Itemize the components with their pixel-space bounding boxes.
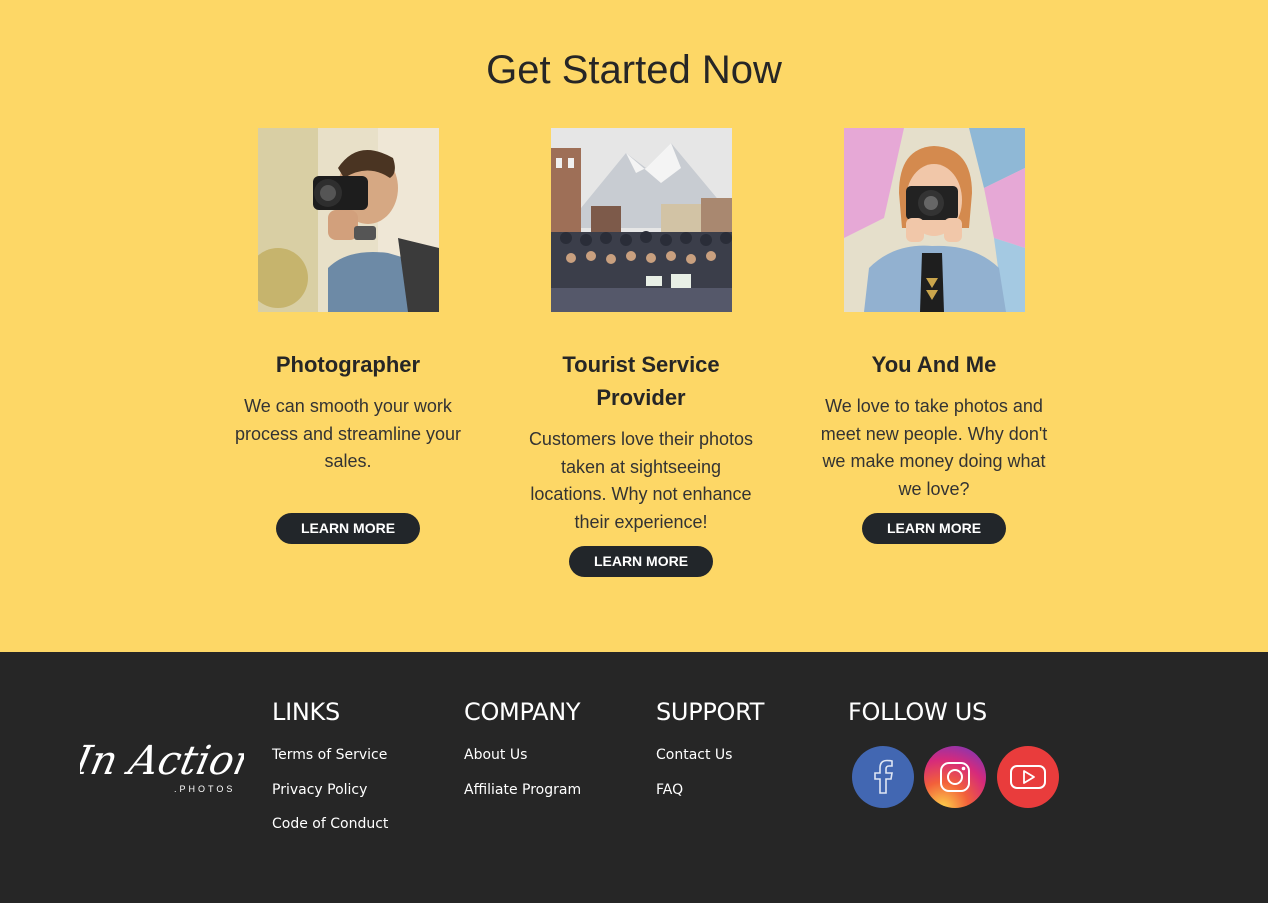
learn-more-button[interactable]: LEARN MORE (862, 513, 1006, 544)
footer-company-column: COMPANY About Us Affiliate Program (464, 698, 581, 807)
card-description: We can smooth your work process and stre… (234, 396, 462, 471)
card-photographer: Photographer We can smooth your work pro… (228, 128, 468, 544)
get-started-section: Get Started Now Photographer We can smoo… (0, 0, 1268, 652)
support-heading: SUPPORT (656, 698, 765, 726)
svg-text:In Action: In Action (80, 736, 244, 783)
code-of-conduct-link[interactable]: Code of Conduct (272, 807, 388, 842)
card-description: We love to take photos and meet new peop… (820, 396, 1048, 499)
facebook-icon[interactable] (851, 745, 915, 809)
links-heading: LINKS (272, 698, 340, 726)
man-with-camera-photo (257, 128, 439, 312)
contact-us-link[interactable]: Contact Us (656, 738, 764, 773)
card-title: You And Me (871, 352, 997, 377)
in-action-photos-logo[interactable]: In Action .PHOTOS (80, 730, 244, 796)
svg-text:.PHOTOS: .PHOTOS (174, 784, 235, 794)
privacy-policy-link[interactable]: Privacy Policy (272, 773, 388, 808)
card-title: Photographer (275, 352, 421, 377)
instagram-icon[interactable] (923, 745, 987, 809)
faq-link[interactable]: FAQ (656, 773, 764, 808)
company-heading: COMPANY (464, 698, 581, 726)
footer-links-column: LINKS Terms of Service Privacy Policy Co… (272, 698, 388, 842)
youtube-icon[interactable] (996, 745, 1060, 809)
about-us-link[interactable]: About Us (464, 738, 581, 773)
footer: In Action .PHOTOS LINKS Terms of Service… (0, 652, 1268, 903)
learn-more-button[interactable]: LEARN MORE (569, 546, 713, 577)
card-description: Customers love their photos taken at sig… (528, 429, 754, 532)
learn-more-button[interactable]: LEARN MORE (276, 513, 420, 544)
terms-of-service-link[interactable]: Terms of Service (272, 738, 388, 773)
woman-with-camera-photo (843, 128, 1025, 312)
card-tourist-service-provider: Tourist Service Provider Customers love … (521, 128, 761, 577)
footer-follow-column: FOLLOW US (848, 698, 987, 726)
card-you-and-me: You And Me We love to take photos and me… (814, 128, 1054, 544)
footer-support-column: SUPPORT Contact Us FAQ (656, 698, 764, 807)
follow-us-heading: FOLLOW US (848, 698, 987, 726)
tour-group-photo (550, 128, 732, 312)
section-title: Get Started Now (486, 48, 782, 92)
card-title: Tourist Service Provider (562, 352, 720, 410)
affiliate-program-link[interactable]: Affiliate Program (464, 773, 581, 808)
